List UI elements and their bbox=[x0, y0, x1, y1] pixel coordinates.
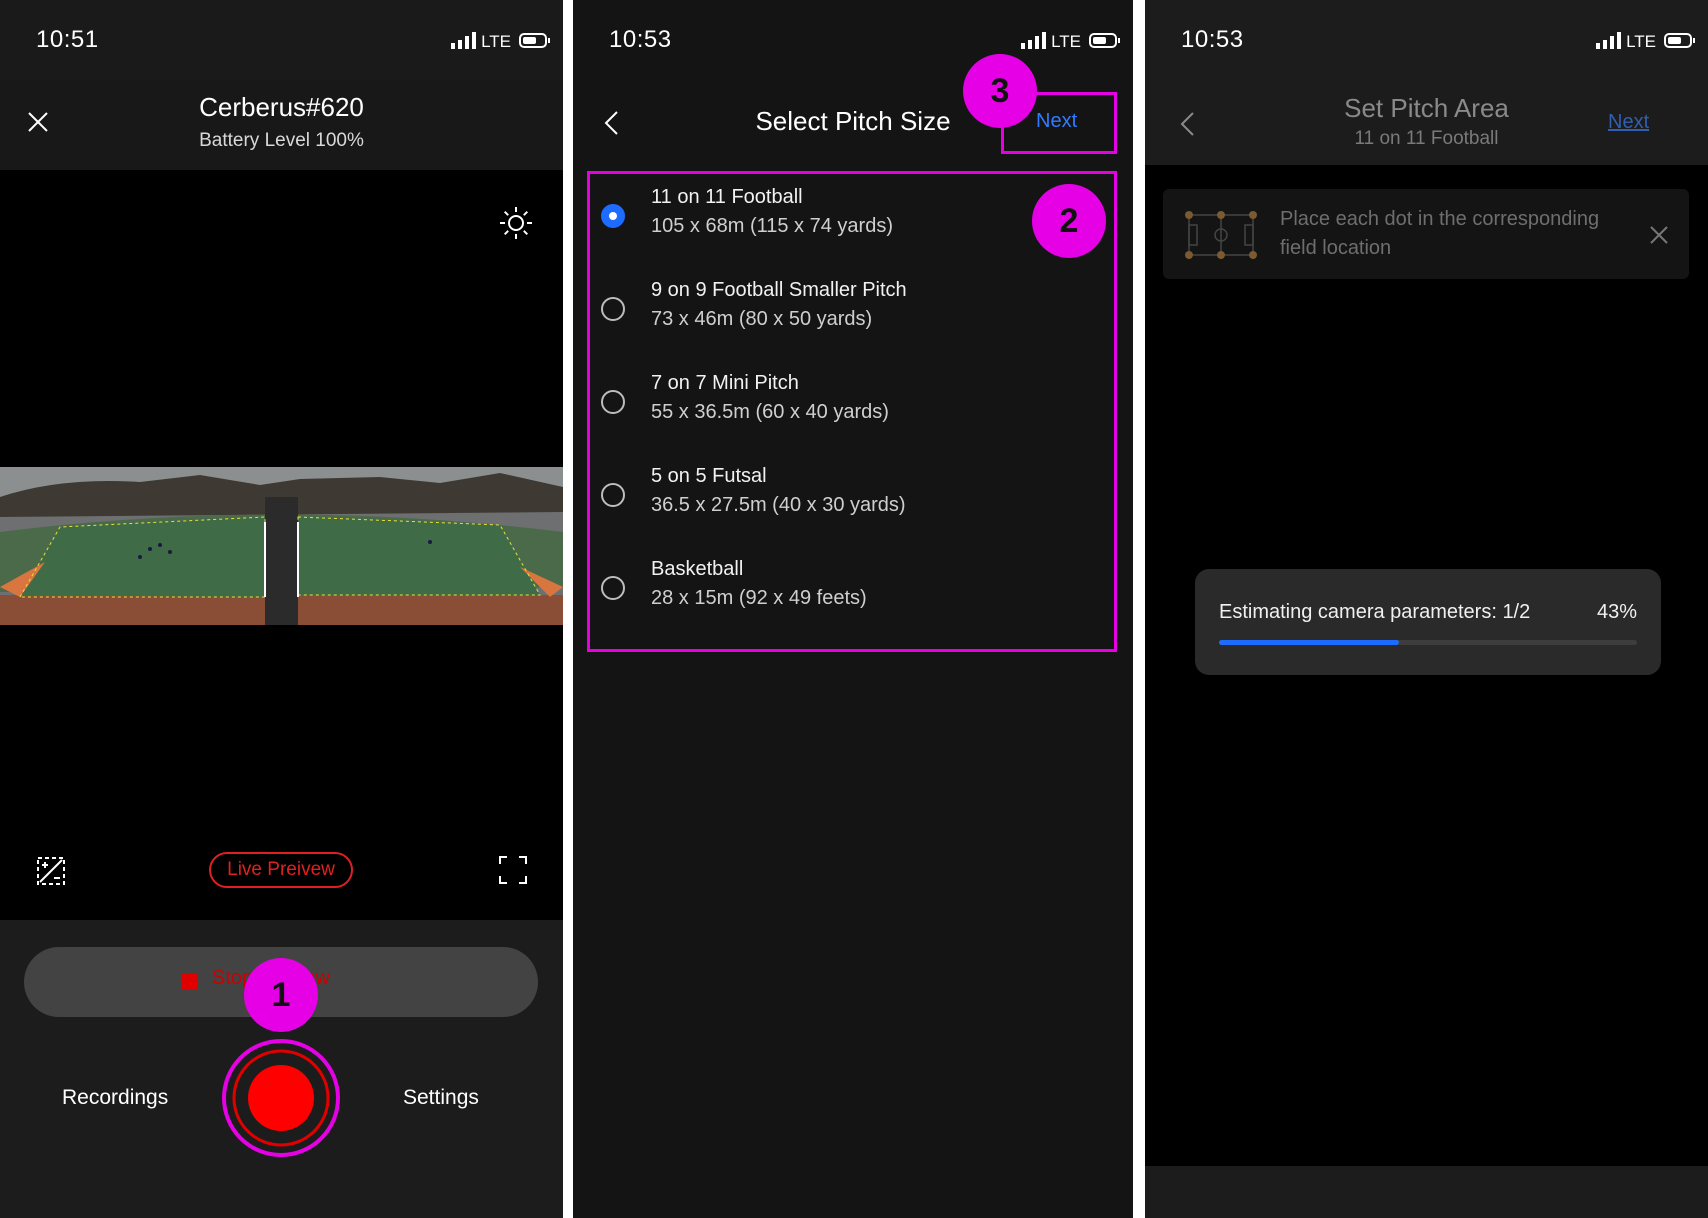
radio-unselected[interactable] bbox=[601, 483, 625, 507]
battery-icon bbox=[1664, 33, 1695, 48]
step-callout-3: 3 bbox=[963, 54, 1037, 128]
pitch-option[interactable]: Basketball 28 x 15m (92 x 49 feets) bbox=[587, 542, 1117, 635]
live-preview-badge: Live Preivew bbox=[209, 852, 353, 888]
fullscreen-icon[interactable] bbox=[499, 856, 527, 884]
pitch-name: 7 on 7 Mini Pitch bbox=[651, 372, 799, 394]
status-bar: 10:53 LTE bbox=[1145, 0, 1708, 80]
battery-level: Battery Level 100% bbox=[199, 130, 364, 151]
radio-selected[interactable] bbox=[601, 204, 625, 228]
select-pitch-screen: 10:53 LTE Select Pitch Size Next 11 on 1… bbox=[573, 0, 1133, 1218]
set-pitch-area-screen: 10:53 LTE Set Pitch Area 11 on 11 Footba… bbox=[1145, 0, 1708, 1218]
pitch-dimensions: 36.5 x 27.5m (40 x 30 yards) bbox=[651, 494, 906, 516]
progress-dialog: Estimating camera parameters: 1/2 43% bbox=[1195, 569, 1661, 675]
step-callout-2: 2 bbox=[1032, 184, 1106, 258]
signal-icon bbox=[1021, 32, 1046, 49]
close-icon[interactable] bbox=[1649, 225, 1669, 245]
signal-icon bbox=[451, 32, 476, 49]
pitch-name: Basketball bbox=[651, 558, 744, 580]
progress-label: Estimating camera parameters: 1/2 bbox=[1219, 601, 1531, 623]
pitch-area-canvas: Place each dot in the corresponding fiel… bbox=[1145, 165, 1708, 1166]
battery-icon bbox=[519, 33, 550, 48]
pitch-name: 9 on 9 Football Smaller Pitch bbox=[651, 279, 907, 301]
radio-unselected[interactable] bbox=[601, 390, 625, 414]
device-title: Cerberus#620 bbox=[199, 92, 364, 122]
pitch-option[interactable]: 5 on 5 Futsal 36.5 x 27.5m (40 x 30 yard… bbox=[587, 449, 1117, 542]
camera-feed-image bbox=[0, 467, 563, 625]
pitch-option[interactable]: 9 on 9 Football Smaller Pitch 73 x 46m (… bbox=[587, 263, 1117, 356]
status-bar: 10:53 LTE bbox=[573, 0, 1133, 80]
radio-unselected[interactable] bbox=[601, 576, 625, 600]
progress-fill bbox=[1219, 640, 1399, 645]
pitch-name: 11 on 11 Football bbox=[651, 186, 803, 208]
network-label: LTE bbox=[1626, 32, 1656, 51]
pitch-dimensions: 28 x 15m (92 x 49 feets) bbox=[651, 587, 867, 609]
exposure-icon[interactable] bbox=[36, 856, 66, 886]
pitch-option[interactable]: 7 on 7 Mini Pitch 55 x 36.5m (60 x 40 ya… bbox=[587, 356, 1117, 449]
pitch-dimensions: 73 x 46m (80 x 50 yards) bbox=[651, 308, 873, 330]
battery-icon bbox=[1089, 33, 1120, 48]
status-time: 10:51 bbox=[36, 26, 99, 53]
pitch-dimensions: 55 x 36.5m (60 x 40 yards) bbox=[651, 401, 889, 423]
device-header: Cerberus#620 Battery Level 100% bbox=[0, 80, 563, 170]
status-time: 10:53 bbox=[1181, 26, 1244, 53]
hint-text: Place each dot in the corresponding fiel… bbox=[1280, 208, 1600, 259]
status-time: 10:53 bbox=[609, 26, 672, 53]
next-button[interactable]: Next bbox=[1608, 111, 1649, 134]
progress-percent: 43% bbox=[1596, 601, 1637, 623]
record-button[interactable] bbox=[221, 1038, 341, 1158]
hint-banner: Place each dot in the corresponding fiel… bbox=[1163, 189, 1689, 279]
network-label: LTE bbox=[481, 32, 511, 51]
progress-track bbox=[1219, 640, 1637, 645]
nav-bar: Set Pitch Area 11 on 11 Football Next bbox=[1145, 75, 1708, 165]
pitch-diagram-icon bbox=[1185, 211, 1257, 259]
pitch-name: 5 on 5 Futsal bbox=[651, 465, 767, 487]
camera-viewer: Live Preivew bbox=[0, 170, 563, 920]
signal-icon bbox=[1596, 32, 1621, 49]
network-label: LTE bbox=[1051, 32, 1081, 51]
recordings-button[interactable]: Recordings bbox=[62, 1086, 168, 1110]
status-bar: 10:51 LTE bbox=[0, 0, 563, 80]
brightness-icon[interactable] bbox=[499, 206, 533, 240]
step-callout-1: 1 bbox=[244, 958, 318, 1032]
live-preview-screen: 10:51 LTE Cerberus#620 Battery Level 100… bbox=[0, 0, 563, 1218]
pitch-dimensions: 105 x 68m (115 x 74 yards) bbox=[651, 215, 893, 237]
stop-icon bbox=[182, 973, 198, 989]
settings-button[interactable]: Settings bbox=[403, 1086, 479, 1110]
footer-bar bbox=[1145, 1166, 1708, 1218]
radio-unselected[interactable] bbox=[601, 297, 625, 321]
